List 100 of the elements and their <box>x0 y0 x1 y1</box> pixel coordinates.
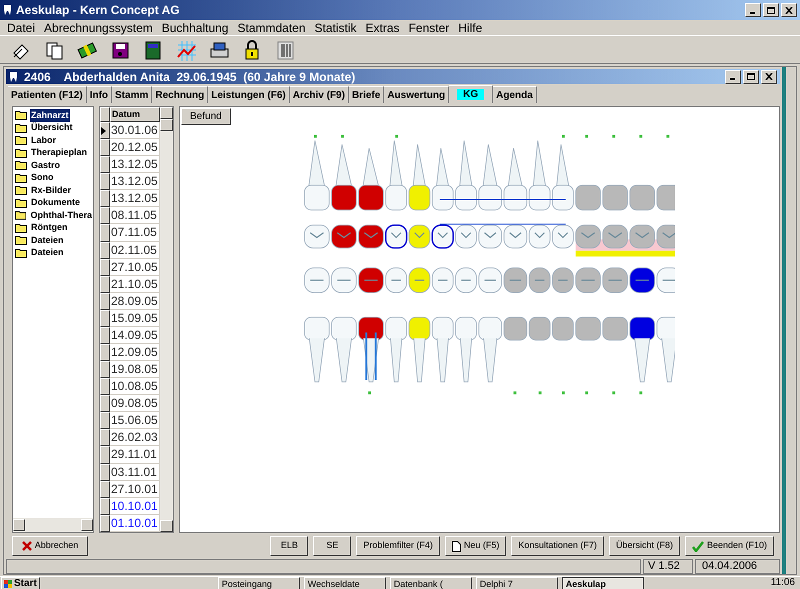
horizontal-scrollbar[interactable] <box>13 518 93 532</box>
folder-item[interactable]: Dokumente <box>30 196 82 210</box>
row-indicator[interactable] <box>100 446 110 464</box>
maximize-button[interactable] <box>763 3 779 17</box>
tab[interactable]: Leistungen (F6) <box>208 86 290 103</box>
row-indicator[interactable] <box>100 498 110 515</box>
date-cell[interactable]: 27.10.01 <box>110 480 160 498</box>
maximize-button[interactable] <box>743 70 759 84</box>
date-cell[interactable]: 30.01.06 <box>110 122 160 140</box>
taskbar-button[interactable]: Delphi 7 <box>476 577 558 589</box>
vertical-scrollbar[interactable] <box>160 107 173 532</box>
minimize-button[interactable] <box>725 70 741 84</box>
row-indicator[interactable] <box>100 156 110 174</box>
folder-item[interactable]: Rx-Bilder <box>30 184 72 197</box>
menu-item[interactable]: Stammdaten <box>237 18 306 36</box>
menu-item[interactable]: Abrechnungssystem <box>44 18 153 36</box>
row-indicator[interactable] <box>100 514 110 532</box>
taskbar-button[interactable]: Wechseldate <box>304 577 386 589</box>
date-cell[interactable]: 09.08.05 <box>110 395 160 412</box>
row-indicator[interactable] <box>100 242 110 259</box>
folder-item[interactable]: Sono <box>30 171 54 184</box>
date-cell[interactable]: 10.08.05 <box>110 378 160 396</box>
row-indicator[interactable] <box>100 310 110 327</box>
row-indicator[interactable] <box>100 361 110 378</box>
tab[interactable]: KG <box>449 85 494 103</box>
row-indicator[interactable] <box>100 207 110 224</box>
folder-item[interactable]: Labor <box>30 134 58 147</box>
row-indicator[interactable] <box>100 173 110 190</box>
befund-button[interactable]: Befund <box>181 108 231 125</box>
action-button[interactable]: SE <box>313 536 352 556</box>
row-indicator[interactable] <box>100 122 110 140</box>
row-indicator[interactable] <box>100 464 110 481</box>
close-button[interactable] <box>781 3 797 17</box>
row-indicator[interactable] <box>100 412 110 430</box>
menu-item[interactable]: Statistik <box>314 18 357 36</box>
date-cell[interactable]: 13.12.05 <box>110 156 160 174</box>
tab[interactable]: Stamm <box>112 86 152 103</box>
action-button[interactable]: ELB <box>270 536 308 556</box>
date-cell[interactable]: 12.09.05 <box>110 344 160 362</box>
date-cell[interactable]: 10.10.01 <box>110 498 160 515</box>
action-button[interactable]: Problemfilter (F4) <box>356 536 440 556</box>
folder-item[interactable]: Übersicht <box>30 121 74 134</box>
tab[interactable]: Patienten (F12) <box>8 86 87 103</box>
date-cell[interactable]: 14.09.05 <box>110 326 160 344</box>
date-cell[interactable]: 01.10.01 <box>110 514 160 532</box>
menu-item[interactable]: Hilfe <box>458 18 482 36</box>
date-cell[interactable]: 28.09.05 <box>110 292 160 310</box>
menu-item[interactable]: Extras <box>366 18 400 36</box>
date-cell[interactable]: 03.11.01 <box>110 464 160 481</box>
row-indicator[interactable] <box>100 429 110 446</box>
row-indicator[interactable] <box>100 378 110 396</box>
date-cell[interactable]: 07.11.05 <box>110 224 160 242</box>
tab[interactable]: Rechnung <box>152 86 208 103</box>
column-header[interactable]: Datum <box>110 107 160 122</box>
menu-item[interactable]: Datei <box>7 18 36 36</box>
date-cell[interactable]: 15.06.05 <box>110 412 160 430</box>
row-indicator[interactable] <box>100 190 110 208</box>
cancel-button[interactable]: Abbrechen <box>12 536 88 556</box>
row-indicator[interactable] <box>100 344 110 362</box>
row-indicator[interactable] <box>100 326 110 344</box>
date-cell[interactable]: 21.10.05 <box>110 276 160 293</box>
taskbar-button[interactable]: Posteingang <box>218 577 300 589</box>
tab[interactable]: Archiv (F9) <box>290 86 349 103</box>
date-cell[interactable]: 27.10.05 <box>110 258 160 276</box>
row-indicator[interactable] <box>100 258 110 276</box>
folder-item[interactable]: Gastro <box>30 158 62 172</box>
tab[interactable]: Briefe <box>348 86 384 103</box>
folder-item[interactable]: Ophthal-Thera <box>29 208 93 222</box>
date-cell[interactable]: 08.11.05 <box>110 207 160 224</box>
date-cell[interactable]: 02.11.05 <box>110 242 160 259</box>
row-indicator[interactable] <box>100 395 110 412</box>
folder-item[interactable]: Zahnarzt <box>30 108 70 122</box>
taskbar-button[interactable]: Datenbank ( <box>390 577 472 589</box>
tab[interactable]: Agenda <box>493 86 537 103</box>
row-indicator[interactable] <box>100 292 110 310</box>
row-indicator[interactable] <box>100 139 110 156</box>
row-indicator[interactable] <box>100 480 110 498</box>
action-button[interactable]: Beenden (F10) <box>684 536 774 556</box>
folder-item[interactable]: Dateien <box>30 246 65 260</box>
tab[interactable]: Info <box>86 86 112 103</box>
chart-icon[interactable] <box>175 38 197 60</box>
start-button[interactable]: Start <box>1 577 40 589</box>
date-cell[interactable]: 13.12.05 <box>110 190 160 208</box>
action-button[interactable]: Konsultationen (F7) <box>511 536 604 556</box>
action-button[interactable]: Übersicht (F8) <box>608 536 680 556</box>
date-cell[interactable]: 20.12.05 <box>110 139 160 156</box>
menu-item[interactable]: Fenster <box>408 18 450 36</box>
date-cell[interactable]: 15.09.05 <box>110 310 160 327</box>
menu-item[interactable]: Buchhaltung <box>162 18 228 36</box>
date-cell[interactable]: 13.12.05 <box>110 173 160 190</box>
folder-item[interactable]: Therapieplan <box>30 146 88 160</box>
minimize-button[interactable] <box>745 3 761 17</box>
date-cell[interactable]: 19.08.05 <box>110 361 160 378</box>
row-indicator[interactable] <box>100 276 110 293</box>
date-cell[interactable]: 26.02.03 <box>110 429 160 446</box>
close-button[interactable] <box>761 70 777 84</box>
folder-item[interactable]: Röntgen <box>30 221 68 234</box>
folder-item[interactable]: Dateien <box>30 234 65 247</box>
row-indicator[interactable] <box>100 224 110 242</box>
date-cell[interactable]: 29.11.01 <box>110 446 160 464</box>
